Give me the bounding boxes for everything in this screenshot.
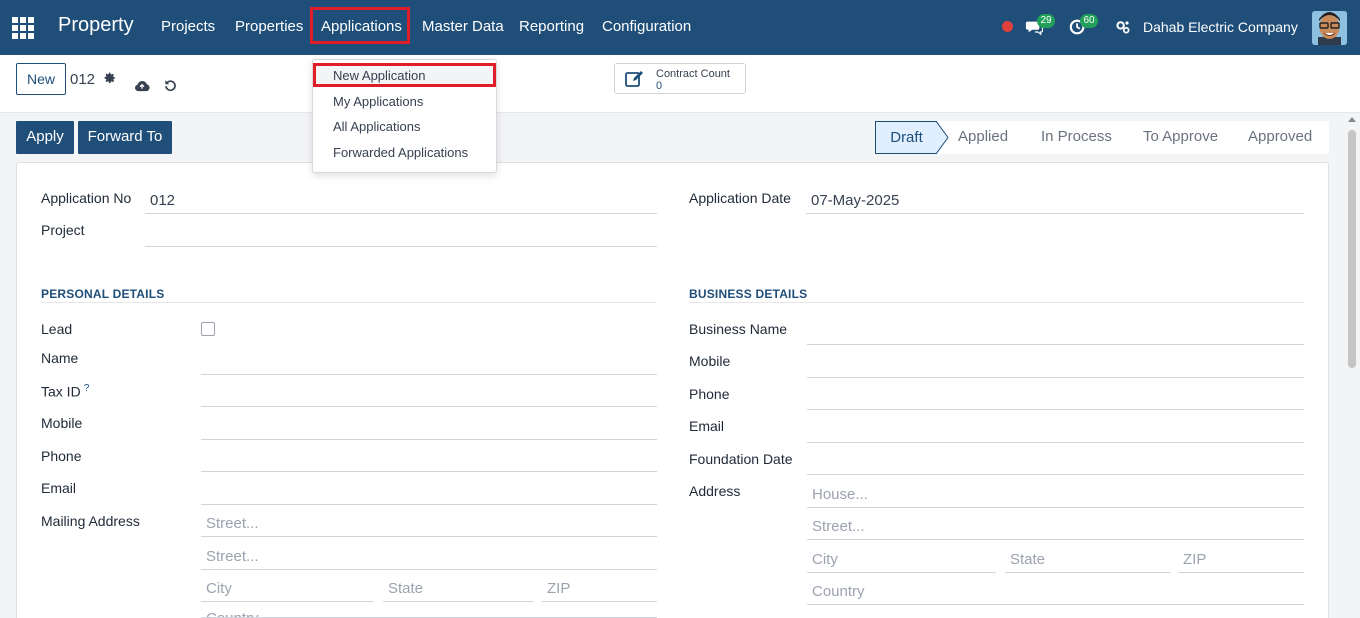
project-field[interactable]: [145, 219, 657, 247]
contract-count-button[interactable]: Contract Count 0: [614, 63, 746, 94]
menuitem-all-applications[interactable]: All Applications: [333, 119, 420, 134]
project-label: Project: [41, 222, 85, 238]
personal-details-title: PERSONAL DETAILS: [41, 287, 165, 301]
status-dot-icon[interactable]: [1002, 21, 1013, 32]
discard-undo-icon[interactable]: [164, 79, 177, 92]
personal-email-label: Email: [41, 480, 77, 496]
status-to-approve[interactable]: To Approve: [1143, 128, 1218, 145]
menu-master-data[interactable]: Master Data: [422, 18, 504, 35]
business-address-label: Address: [689, 483, 741, 499]
business-state-field[interactable]: State: [1005, 545, 1170, 573]
edit-contract-icon: [625, 71, 643, 87]
applications-dropdown: New Application My Applications All Appl…: [312, 59, 497, 173]
personal-phone-label: Phone: [41, 448, 82, 464]
business-divider: [689, 302, 1304, 303]
gear-icon[interactable]: [104, 72, 116, 84]
mailing-street2-field[interactable]: Street...: [201, 542, 657, 570]
status-draft[interactable]: Draft: [875, 121, 937, 154]
page-scrollbar[interactable]: [1344, 113, 1360, 618]
menu-configuration[interactable]: Configuration: [602, 18, 691, 35]
status-applied[interactable]: Applied: [958, 128, 1008, 145]
tax-id-label: Tax ID?: [41, 383, 89, 400]
mailing-street-field[interactable]: Street...: [201, 509, 657, 537]
control-panel: New 012 Contract Count 0: [0, 55, 1360, 113]
tax-id-label-text: Tax ID: [41, 383, 81, 400]
tax-id-help-icon[interactable]: ?: [84, 383, 90, 394]
cloud-save-icon[interactable]: [134, 79, 150, 92]
business-name-label: Business Name: [689, 321, 788, 337]
mailing-city-field[interactable]: City: [201, 574, 374, 602]
lead-label: Lead: [41, 321, 73, 337]
messages-count-badge: 29: [1037, 14, 1055, 28]
business-details-title: BUSINESS DETAILS: [689, 287, 808, 301]
menu-reporting[interactable]: Reporting: [519, 18, 584, 35]
menuitem-my-applications[interactable]: My Applications: [333, 94, 423, 109]
status-approved[interactable]: Approved: [1248, 128, 1312, 145]
mailing-address-label: Mailing Address: [41, 513, 140, 529]
forward-to-button[interactable]: Forward To: [78, 121, 172, 154]
top-navbar: Property Projects Properties Application…: [0, 0, 1360, 55]
status-draft-arrow: [936, 121, 949, 154]
business-city-field[interactable]: City: [807, 545, 996, 573]
mailing-zip-field[interactable]: ZIP: [542, 574, 657, 602]
status-in-process[interactable]: In Process: [1041, 128, 1112, 145]
application-date-label: Application Date: [689, 190, 791, 206]
foundation-date-field[interactable]: [807, 447, 1304, 475]
activities-count-badge: 60: [1080, 14, 1098, 28]
business-mobile-label: Mobile: [689, 353, 731, 369]
menu-properties[interactable]: Properties: [235, 18, 303, 35]
new-button[interactable]: New: [16, 63, 66, 95]
menuitem-forwarded-applications[interactable]: Forwarded Applications: [333, 145, 468, 160]
business-country-field[interactable]: Country: [807, 577, 1304, 605]
company-name[interactable]: Dahab Electric Company: [1143, 19, 1298, 35]
app-grid-icon[interactable]: [12, 17, 34, 39]
contract-count-value: 0: [656, 80, 663, 92]
menu-projects[interactable]: Projects: [161, 18, 215, 35]
apply-button[interactable]: Apply: [16, 121, 74, 154]
company-switch-icon[interactable]: [1115, 19, 1131, 35]
personal-phone-field[interactable]: [201, 444, 657, 472]
scroll-thumb[interactable]: [1348, 130, 1356, 368]
lead-checkbox[interactable]: [201, 322, 215, 336]
status-bar: Draft Applied In Process To Approve Appr…: [875, 121, 1329, 154]
contract-count-label: Contract Count: [656, 68, 730, 80]
personal-mobile-label: Mobile: [41, 415, 83, 431]
user-avatar[interactable]: [1312, 11, 1347, 45]
record-breadcrumb: 012: [70, 71, 96, 88]
business-email-label: Email: [689, 418, 725, 434]
business-email-field[interactable]: [807, 415, 1304, 443]
business-house-field[interactable]: House...: [807, 480, 1304, 508]
mailing-country-field[interactable]: Country: [201, 604, 657, 618]
business-street-field[interactable]: Street...: [807, 512, 1304, 540]
menuitem-new-application[interactable]: New Application: [333, 68, 426, 83]
business-phone-field[interactable]: [807, 382, 1304, 410]
applications-highlight-box: [310, 7, 410, 44]
personal-email-field[interactable]: [201, 477, 657, 505]
foundation-date-label: Foundation Date: [689, 451, 793, 467]
scroll-up-arrow-icon[interactable]: [1348, 117, 1356, 122]
business-name-field[interactable]: [807, 317, 1304, 345]
business-mobile-field[interactable]: [807, 350, 1304, 378]
personal-mobile-field[interactable]: [201, 412, 657, 440]
name-label: Name: [41, 350, 79, 366]
personal-divider: [41, 302, 657, 303]
name-field[interactable]: [201, 347, 657, 375]
application-no-field[interactable]: 012: [145, 186, 657, 214]
application-no-label: Application No: [41, 190, 132, 206]
mailing-state-field[interactable]: State: [383, 574, 534, 602]
business-zip-field[interactable]: ZIP: [1178, 545, 1304, 573]
application-date-field[interactable]: 07-May-2025: [806, 186, 1304, 214]
tax-id-field[interactable]: [201, 379, 657, 407]
app-brand[interactable]: Property: [58, 14, 134, 37]
business-phone-label: Phone: [689, 386, 730, 402]
